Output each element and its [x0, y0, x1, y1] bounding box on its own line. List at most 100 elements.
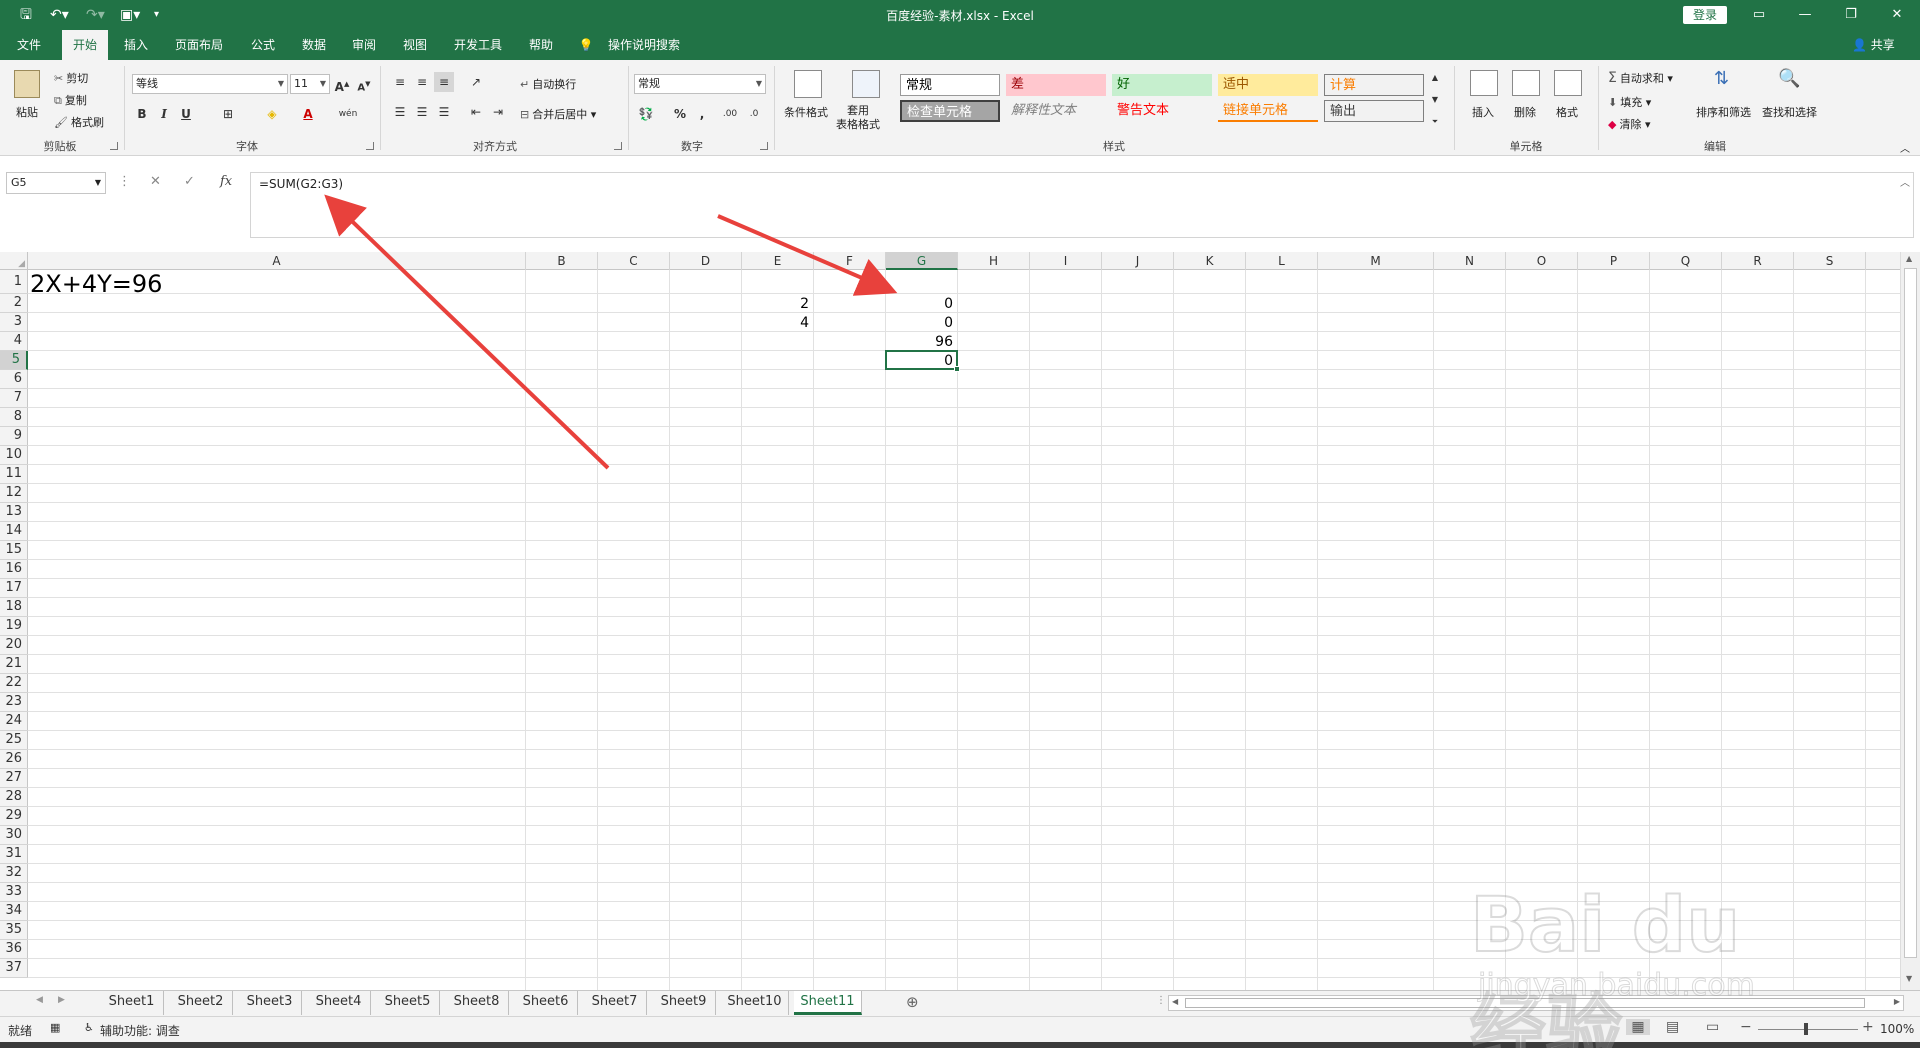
row-header[interactable]: 15 [0, 541, 28, 560]
column-header[interactable]: S [1794, 252, 1866, 270]
row-header[interactable]: 10 [0, 446, 28, 465]
column-header[interactable]: F [814, 252, 886, 270]
row-header[interactable]: 8 [0, 408, 28, 427]
row-header[interactable]: 22 [0, 674, 28, 693]
prev-sheet-icon[interactable]: ◀ [36, 995, 43, 1005]
cell-style-5[interactable]: 计算 [1324, 74, 1424, 96]
cell-style-9[interactable]: 链接单元格 [1218, 100, 1318, 122]
row-header[interactable]: 20 [0, 636, 28, 655]
clear-button[interactable]: ◆ 清除 ▾ [1608, 116, 1651, 132]
row-header[interactable]: 7 [0, 389, 28, 408]
row-header[interactable]: 19 [0, 617, 28, 636]
sheet-tab[interactable]: Sheet2 [169, 991, 233, 1015]
increase-font-icon[interactable]: A▲ [332, 74, 352, 94]
row-header[interactable]: 16 [0, 560, 28, 579]
sheet-tab[interactable]: Sheet4 [307, 991, 371, 1015]
vertical-scroll-thumb[interactable] [1904, 268, 1917, 958]
accounting-format-icon[interactable]: 💱 [636, 104, 656, 124]
sheet-tab[interactable]: Sheet7 [583, 991, 647, 1015]
scroll-right-icon[interactable]: ▶ [1894, 997, 1900, 1006]
cell-g3[interactable]: 0 [888, 313, 956, 332]
share-button[interactable]: 👤 共享 [1852, 30, 1895, 60]
row-header[interactable]: 29 [0, 807, 28, 826]
collapse-ribbon-icon[interactable]: ︿ [1900, 140, 1910, 155]
expand-formula-icon[interactable]: ︿ [1900, 174, 1910, 189]
phonetic-icon[interactable]: wén [338, 104, 358, 124]
row-header[interactable]: 14 [0, 522, 28, 541]
fill-color-icon[interactable]: ◈ [262, 104, 282, 124]
increase-indent-icon[interactable]: ⇥ [488, 102, 508, 122]
cell-style-2[interactable]: 差 [1006, 74, 1106, 96]
align-middle-icon[interactable]: ≡ [412, 72, 432, 92]
cell-style-3[interactable]: 好 [1112, 74, 1212, 96]
column-header[interactable]: C [598, 252, 670, 270]
insert-function-icon[interactable]: fx [220, 174, 232, 189]
row-header[interactable]: 21 [0, 655, 28, 674]
column-header[interactable]: K [1174, 252, 1246, 270]
sheet-tab[interactable]: Sheet3 [238, 991, 302, 1015]
find-select-button[interactable]: 查找和选择 [1762, 104, 1817, 120]
accessibility-icon[interactable]: ♿ [84, 1021, 94, 1034]
alignment-launcher-icon[interactable] [614, 142, 622, 150]
percent-button[interactable]: % [670, 104, 690, 124]
row-header[interactable]: 6 [0, 370, 28, 389]
comma-style-icon[interactable]: , [692, 104, 712, 124]
row-header[interactable]: 26 [0, 750, 28, 769]
cell-style-4[interactable]: 适中 [1218, 74, 1318, 96]
fill-button[interactable]: ⬇ 填充 ▾ [1608, 94, 1651, 110]
column-header[interactable]: N [1434, 252, 1506, 270]
row-header[interactable]: 4 [0, 332, 28, 351]
sheet-tab[interactable]: Sheet11 [794, 991, 862, 1015]
column-header[interactable]: O [1506, 252, 1578, 270]
clipboard-launcher-icon[interactable] [110, 142, 118, 150]
accessibility-status[interactable]: 辅助功能: 调查 [100, 1022, 180, 1039]
cell-style-10[interactable]: 输出 [1324, 100, 1424, 122]
cell-style-7[interactable]: 解释性文本 [1006, 100, 1106, 122]
column-header[interactable]: D [670, 252, 742, 270]
formula-input[interactable]: =SUM(G2:G3) [250, 172, 1914, 238]
cut-button[interactable]: ✂ 剪切 [54, 70, 88, 86]
tab-data[interactable]: 数据 [290, 30, 338, 60]
insert-button[interactable]: 插入 [1472, 104, 1494, 120]
column-header[interactable]: B [526, 252, 598, 270]
autosum-button[interactable]: Σ 自动求和 ▾ [1608, 70, 1673, 86]
ribbon-display-options-icon[interactable]: ▭ [1744, 5, 1774, 25]
row-header[interactable]: 12 [0, 484, 28, 503]
restore-button[interactable]: ❐ [1836, 5, 1866, 25]
gallery-up-icon[interactable]: ▲ [1428, 68, 1442, 88]
sort-filter-icon[interactable]: ⇅ [1714, 68, 1729, 89]
tab-developer[interactable]: 开发工具 [444, 30, 512, 60]
row-header[interactable]: 17 [0, 579, 28, 598]
zoom-level[interactable]: 100% [1880, 1022, 1914, 1036]
row-header[interactable]: 30 [0, 826, 28, 845]
sheet-tab[interactable]: Sheet9 [652, 991, 716, 1015]
column-header[interactable]: I [1030, 252, 1102, 270]
paste-icon[interactable] [14, 70, 40, 98]
decrease-indent-icon[interactable]: ⇤ [466, 102, 486, 122]
tab-file[interactable]: 文件 [8, 30, 50, 60]
column-header[interactable]: G [886, 252, 958, 270]
column-header[interactable]: J [1102, 252, 1174, 270]
cell-style-8[interactable]: 警告文本 [1112, 100, 1212, 122]
row-header[interactable]: 36 [0, 940, 28, 959]
close-button[interactable]: ✕ [1882, 5, 1912, 25]
macro-record-icon[interactable]: ▦ [50, 1021, 60, 1034]
column-header[interactable]: E [742, 252, 814, 270]
sheet-tab[interactable]: Sheet5 [376, 991, 440, 1015]
align-center-icon[interactable]: ☰ [412, 102, 432, 122]
delete-button[interactable]: 删除 [1514, 104, 1536, 120]
tab-home[interactable]: 开始 [62, 30, 108, 60]
font-launcher-icon[interactable] [366, 142, 374, 150]
cell-g2[interactable]: 0 [888, 294, 956, 313]
row-header[interactable]: 11 [0, 465, 28, 484]
sheet-tab[interactable]: Sheet6 [514, 991, 578, 1015]
number-launcher-icon[interactable] [760, 142, 768, 150]
row-header[interactable]: 9 [0, 427, 28, 446]
delete-cells-icon[interactable] [1512, 70, 1540, 96]
zoom-in-icon[interactable]: + [1862, 1019, 1874, 1035]
align-top-icon[interactable]: ≡ [390, 72, 410, 92]
row-header[interactable]: 3 [0, 313, 28, 332]
cell-style-1[interactable]: 常规 [900, 74, 1000, 96]
next-sheet-icon[interactable]: ▶ [58, 995, 65, 1005]
format-button[interactable]: 格式 [1556, 104, 1578, 120]
